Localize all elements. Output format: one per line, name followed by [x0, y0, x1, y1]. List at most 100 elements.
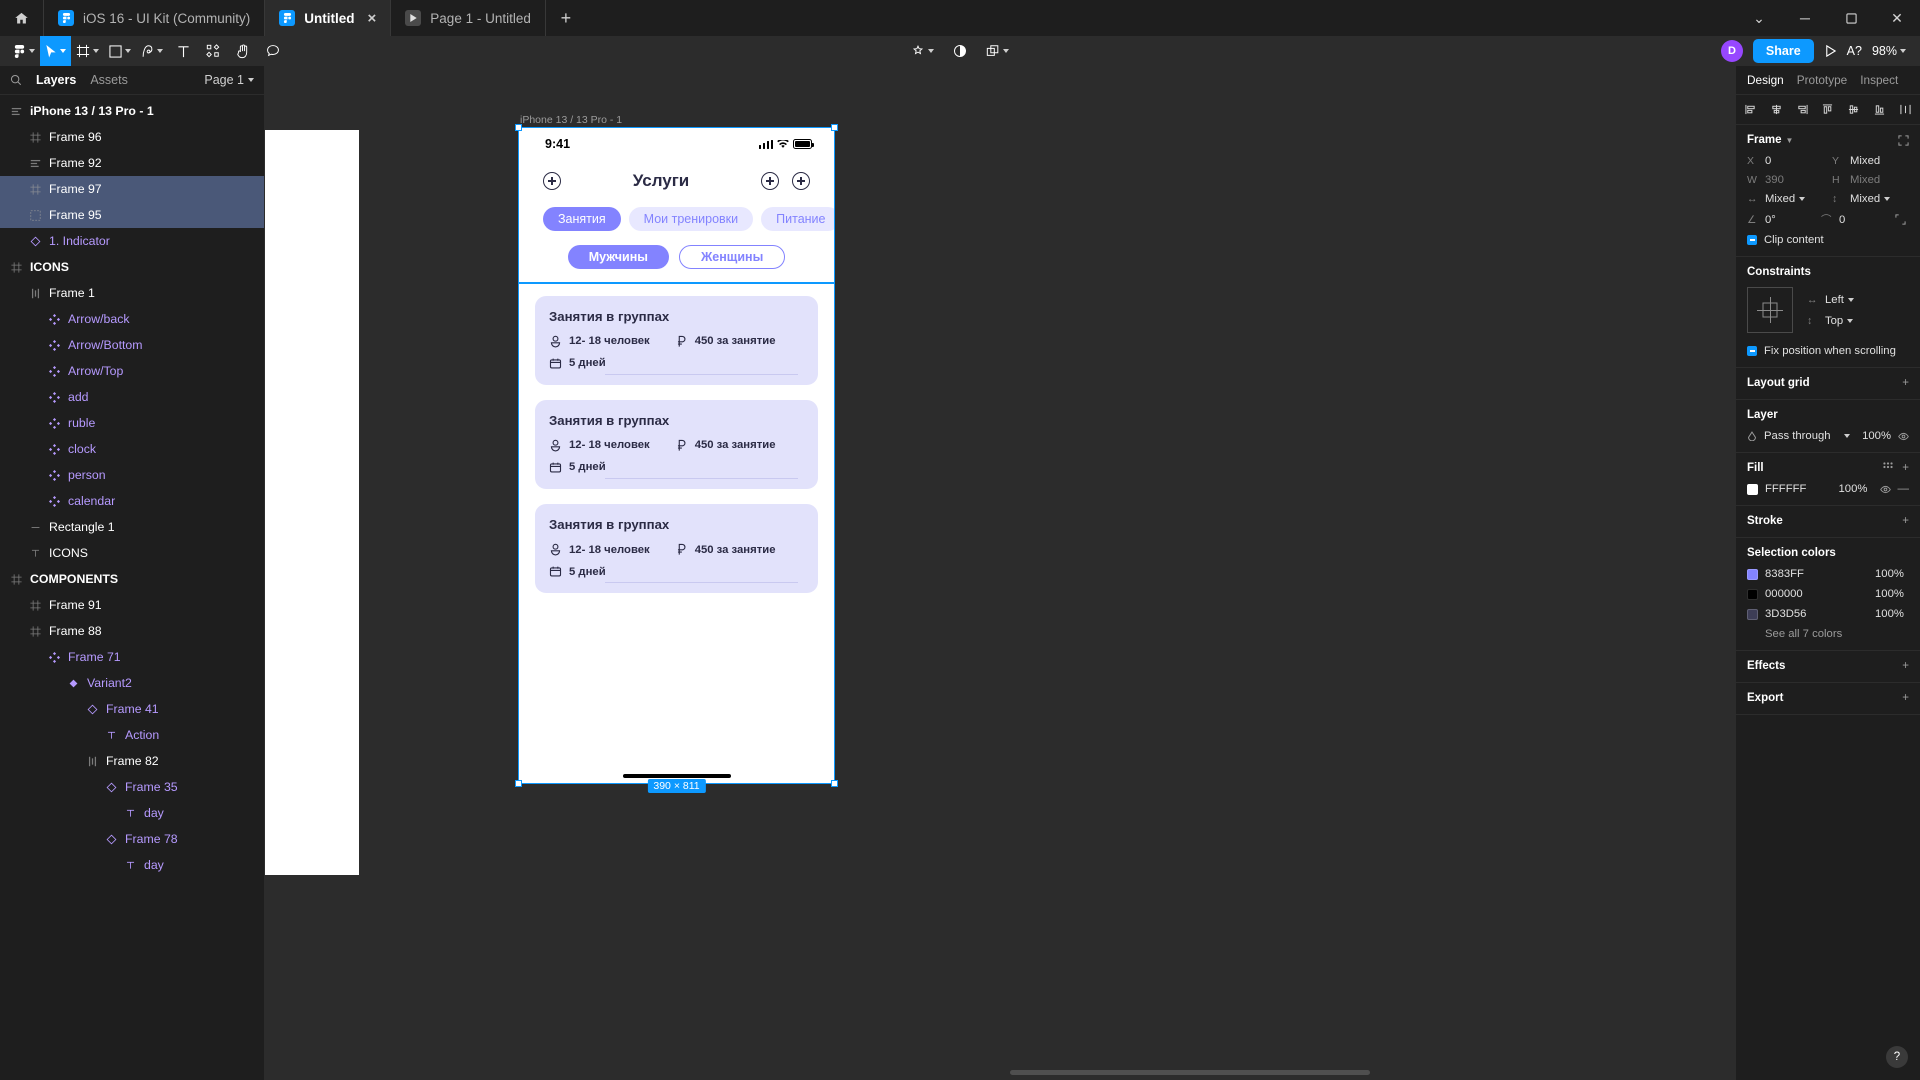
design-canvas[interactable]: iPhone 13 / 13 Pro - 1 9:41 Услуги Занят…	[265, 66, 1735, 1080]
gender-toggle-button[interactable]: Женщины	[678, 245, 786, 269]
category-chip[interactable]: Питание	[761, 207, 834, 231]
comment-tool[interactable]	[258, 36, 288, 66]
layer-row[interactable]: Action	[0, 722, 264, 748]
layer-row[interactable]: day	[0, 800, 264, 826]
layer-row[interactable]: ruble	[0, 410, 264, 436]
category-chip[interactable]: Мои тренировки	[628, 207, 754, 231]
new-tab-button[interactable]: +	[546, 0, 586, 36]
category-chip-row[interactable]: Занятия Мои тренировки Питание	[519, 202, 834, 231]
constraints-center-handle[interactable]	[1762, 302, 1778, 318]
share-button[interactable]: Share	[1752, 39, 1814, 63]
chevron-down-icon[interactable]: ▼	[1786, 136, 1794, 145]
layers-list[interactable]: iPhone 13 / 13 Pro - 1 Frame 96 Frame 92 Fr…	[0, 95, 264, 1080]
layer-row[interactable]: Arrow/Bottom	[0, 332, 264, 358]
class-card[interactable]: Занятия в группах 12- 18 человек 450 за за…	[535, 399, 818, 490]
help-button[interactable]: ?	[1886, 1046, 1908, 1068]
rotation-field[interactable]: ∠ 0°	[1747, 212, 1813, 227]
selection-handle-bl[interactable]	[515, 780, 522, 787]
add-circle-icon-left[interactable]	[543, 172, 561, 190]
selection-color-hex[interactable]: 3D3D56	[1765, 608, 1868, 620]
tab-prototype[interactable]: Prototype	[1797, 73, 1848, 87]
layer-row[interactable]: clock	[0, 436, 264, 462]
fill-visibility-icon[interactable]	[1879, 484, 1891, 495]
layer-opacity-value[interactable]: 100%	[1857, 430, 1891, 442]
figma-home-button[interactable]	[0, 0, 44, 36]
selection-color-hex[interactable]: 000000	[1765, 588, 1868, 600]
add-circle-icon-2[interactable]	[792, 172, 810, 190]
distribute-icon[interactable]	[1900, 104, 1911, 115]
gender-toggle-button[interactable]: Мужчины	[567, 245, 669, 269]
see-all-colors-link[interactable]: See all 7 colors	[1765, 628, 1909, 640]
page-selector[interactable]: Page 1	[204, 73, 254, 87]
tab-design[interactable]: Design	[1747, 73, 1784, 87]
layer-row[interactable]: Frame 1	[0, 280, 264, 306]
maximize-window-button[interactable]	[1828, 0, 1874, 36]
gender-toggle-row[interactable]: Мужчины Женщины	[519, 231, 834, 282]
layer-row[interactable]: ICONS	[0, 540, 264, 566]
fill-hex-value[interactable]: FFFFFF	[1765, 483, 1832, 495]
layer-row[interactable]: Frame 91	[0, 592, 264, 618]
layer-row[interactable]: Frame 88	[0, 618, 264, 644]
frame-w-field[interactable]: W 390	[1747, 174, 1824, 186]
layer-row[interactable]: Frame 78	[0, 826, 264, 852]
clip-content-row[interactable]: Clip content	[1747, 234, 1909, 246]
frame-h-field[interactable]: H Mixed	[1832, 174, 1909, 186]
frame-tool[interactable]	[71, 36, 104, 66]
layer-row[interactable]: day	[0, 852, 264, 878]
present-button[interactable]	[1824, 44, 1837, 58]
constraints-grid[interactable]	[1747, 287, 1793, 333]
appearance-tool[interactable]	[945, 36, 975, 66]
layer-row[interactable]: Frame 97	[0, 176, 264, 202]
add-stroke-button[interactable]: +	[1902, 515, 1909, 527]
file-tab-page1[interactable]: Page 1 - Untitled	[391, 0, 546, 36]
actions-tool[interactable]	[906, 36, 939, 66]
close-window-button[interactable]: ✕	[1874, 0, 1920, 36]
category-chip[interactable]: Занятия	[543, 207, 621, 231]
fix-position-row[interactable]: Fix position when scrolling	[1747, 345, 1909, 357]
layer-row[interactable]: Frame 92	[0, 150, 264, 176]
layer-row[interactable]: Frame 96	[0, 124, 264, 150]
layer-row[interactable]: calendar	[0, 488, 264, 514]
add-layout-grid-button[interactable]: +	[1902, 377, 1909, 389]
fill-opacity-value[interactable]: 100%	[1839, 483, 1873, 495]
layer-row[interactable]: Frame 35	[0, 774, 264, 800]
layer-row[interactable]: add	[0, 384, 264, 410]
horizontal-scrollbar[interactable]	[1010, 1070, 1370, 1075]
minimize-window-button[interactable]: ─	[1782, 0, 1828, 36]
add-fill-button[interactable]: +	[1902, 462, 1909, 474]
layer-row[interactable]: person	[0, 462, 264, 488]
selection-color-hex[interactable]: 8383FF	[1765, 568, 1868, 580]
blend-mode-value[interactable]: Pass through	[1764, 430, 1837, 442]
corner-radius-field[interactable]: ⌒ 0	[1821, 212, 1887, 227]
search-icon[interactable]	[10, 74, 22, 86]
horizontal-constraint-field[interactable]: ↔ Left	[1807, 294, 1909, 306]
layer-row[interactable]: Variant2	[0, 670, 264, 696]
shape-tool[interactable]	[104, 36, 136, 66]
move-tool[interactable]	[40, 36, 71, 66]
align-left-icon[interactable]	[1745, 104, 1756, 115]
fix-position-checkbox[interactable]	[1747, 346, 1757, 356]
frame-name-label[interactable]: iPhone 13 / 13 Pro - 1	[520, 114, 622, 126]
independent-corners-icon[interactable]	[1895, 212, 1909, 227]
file-tab-untitled[interactable]: Untitled ×	[265, 0, 392, 36]
layer-row[interactable]: Frame 95	[0, 202, 264, 228]
layer-row[interactable]: Frame 71	[0, 644, 264, 670]
align-top-icon[interactable]	[1822, 104, 1833, 115]
selection-color-swatch[interactable]	[1747, 608, 1758, 620]
layer-row[interactable]: 1. Indicator	[0, 228, 264, 254]
iphone-frame[interactable]: 9:41 Услуги Занятия Мои тренировки Питан…	[518, 127, 835, 784]
close-tab-icon[interactable]: ×	[368, 11, 377, 26]
pen-tool[interactable]	[136, 36, 168, 66]
file-tab-ios-kit[interactable]: iOS 16 - UI Kit (Community)	[44, 0, 266, 36]
add-circle-icon-1[interactable]	[761, 172, 779, 190]
tab-inspect[interactable]: Inspect	[1860, 73, 1898, 87]
libraries-tool[interactable]	[981, 36, 1014, 66]
layer-row[interactable]: iPhone 13 / 13 Pro - 1	[0, 98, 264, 124]
tab-assets[interactable]: Assets	[90, 73, 128, 87]
align-center-h-icon[interactable]	[1771, 104, 1782, 115]
layer-row[interactable]: COMPONENTS	[0, 566, 264, 592]
selection-color-swatch[interactable]	[1747, 568, 1758, 580]
layer-row[interactable]: Frame 82	[0, 748, 264, 774]
class-cards-list[interactable]: Занятия в группах 12- 18 человек 450 за за…	[519, 284, 834, 594]
visibility-eye-icon[interactable]	[1898, 431, 1909, 442]
